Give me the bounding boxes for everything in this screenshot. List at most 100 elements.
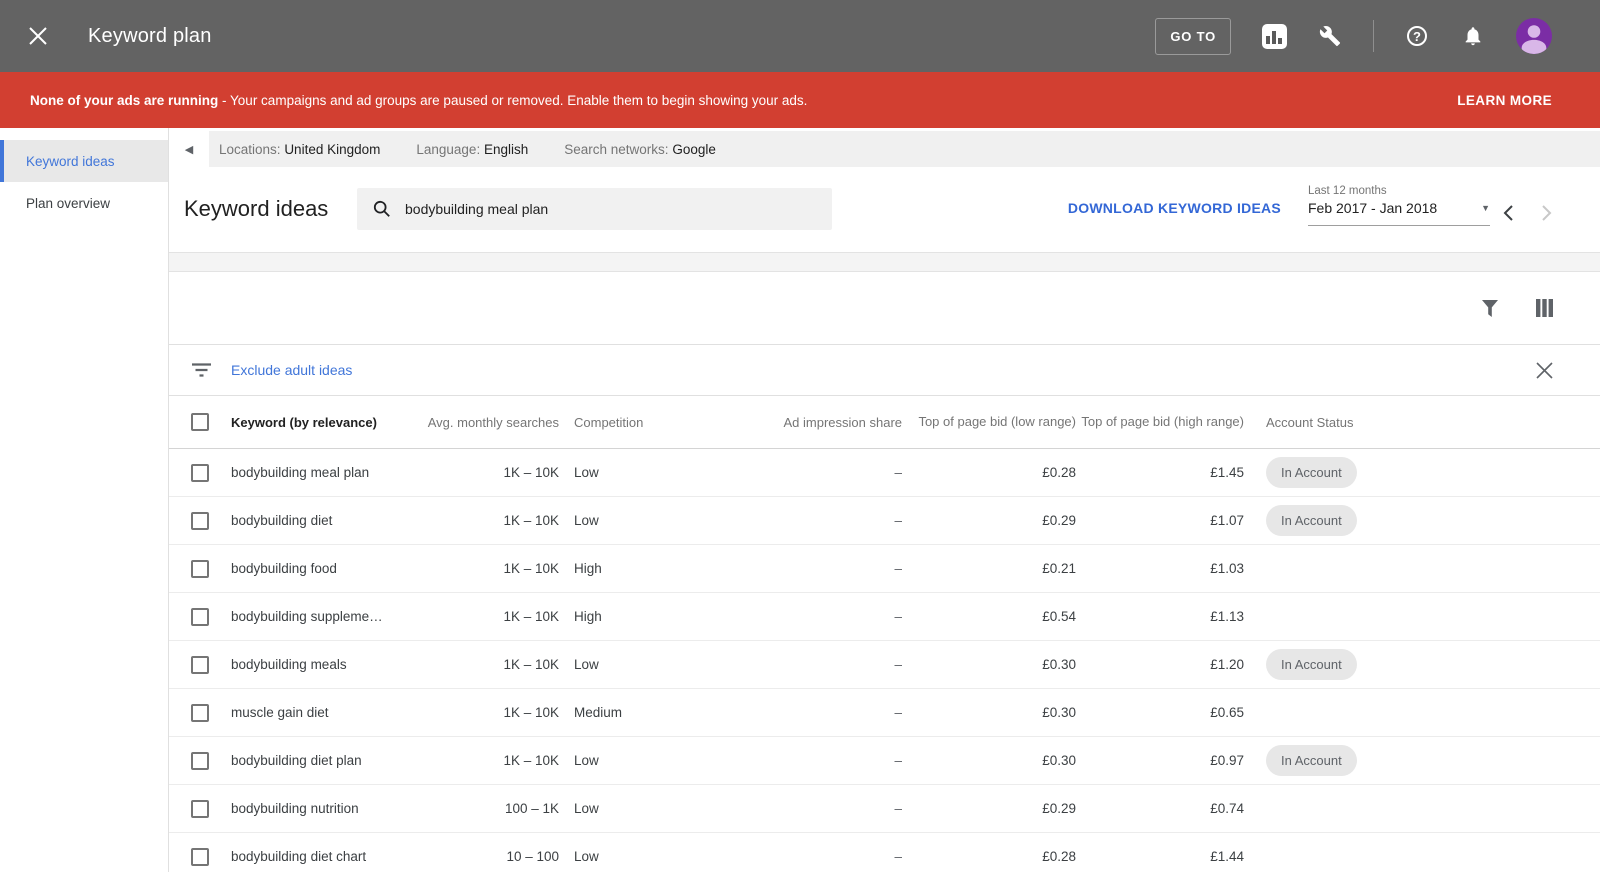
row-checkbox[interactable] xyxy=(191,751,209,770)
topbar-divider xyxy=(1373,20,1374,52)
table-body: bodybuilding meal plan 1K – 10K Low – £0… xyxy=(169,449,1600,872)
chevron-down-icon: ▼ xyxy=(1481,203,1490,213)
low-bid-cell: £0.30 xyxy=(1042,656,1076,672)
column-header-account-status[interactable]: Account Status xyxy=(1244,415,1600,430)
help-button[interactable]: ? xyxy=(1404,23,1430,49)
reports-button[interactable] xyxy=(1261,23,1287,49)
row-checkbox[interactable] xyxy=(191,559,209,578)
close-icon xyxy=(29,27,47,45)
high-bid-cell: £0.65 xyxy=(1210,704,1244,720)
sidebar: Keyword ideas Plan overview xyxy=(0,128,169,872)
searches-cell: 1K – 10K xyxy=(503,657,559,672)
table-toolbar xyxy=(169,272,1600,344)
keyword-search-box[interactable] xyxy=(357,188,832,230)
sidebar-item-keyword-ideas[interactable]: Keyword ideas xyxy=(0,140,168,182)
competition-cell: Low xyxy=(574,657,599,672)
low-bid-cell: £0.30 xyxy=(1042,752,1076,768)
column-header-ad-impression-share[interactable]: Ad impression share xyxy=(774,415,903,430)
keyword-cell: bodybuilding meal plan xyxy=(231,465,370,480)
row-checkbox[interactable] xyxy=(191,799,209,818)
sidebar-item-plan-overview[interactable]: Plan overview xyxy=(0,182,168,224)
search-networks-setting[interactable]: Search networks: Google xyxy=(564,142,716,157)
keyword-search-input[interactable] xyxy=(405,201,785,217)
targeting-context-bar: Locations: United Kingdom Language: Engl… xyxy=(209,131,1600,167)
ad-impression-share-cell: – xyxy=(894,513,902,528)
row-checkbox[interactable] xyxy=(191,847,209,866)
filter-list-icon xyxy=(192,363,211,377)
searches-cell: 1K – 10K xyxy=(503,513,559,528)
language-setting[interactable]: Language: English xyxy=(416,142,528,157)
collapse-panel-button[interactable]: ◀ xyxy=(169,128,209,170)
row-checkbox[interactable] xyxy=(191,463,209,482)
tools-button[interactable] xyxy=(1317,23,1343,49)
keyword-cell: bodybuilding diet plan xyxy=(231,753,362,768)
back-arrow-icon: ◀ xyxy=(184,143,194,156)
status-badge[interactable]: In Account xyxy=(1266,745,1357,776)
exclude-adult-ideas-link[interactable]: Exclude adult ideas xyxy=(231,362,352,378)
learn-more-link[interactable]: LEARN MORE xyxy=(1457,93,1552,108)
keyword-cell: bodybuilding food xyxy=(231,561,337,576)
status-badge[interactable]: In Account xyxy=(1266,457,1357,488)
previous-period-button[interactable] xyxy=(1501,204,1515,222)
competition-cell: Low xyxy=(574,849,599,864)
ads-not-running-banner: None of your ads are running - Your camp… xyxy=(0,72,1600,128)
searches-cell: 10 – 100 xyxy=(506,849,559,864)
download-keyword-ideas-button[interactable]: DOWNLOAD KEYWORD IDEAS xyxy=(1068,200,1281,216)
column-header-low-bid[interactable]: Top of page bid (low range) xyxy=(902,414,1076,431)
ad-impression-share-cell: – xyxy=(894,561,902,576)
high-bid-cell: £1.13 xyxy=(1210,608,1244,624)
column-header-high-bid[interactable]: Top of page bid (high range) xyxy=(1076,414,1244,431)
page-title: Keyword plan xyxy=(88,24,212,47)
account-avatar[interactable] xyxy=(1516,18,1552,54)
select-all-checkbox[interactable] xyxy=(191,413,209,431)
next-period-button[interactable] xyxy=(1539,204,1553,222)
row-checkbox[interactable] xyxy=(191,655,209,674)
low-bid-cell: £0.54 xyxy=(1042,608,1076,624)
status-badge[interactable]: In Account xyxy=(1266,505,1357,536)
table-row: muscle gain diet 1K – 10K Medium – £0.30… xyxy=(169,689,1600,737)
ad-impression-share-cell: – xyxy=(894,801,902,816)
competition-cell: High xyxy=(574,561,602,576)
chevron-left-icon xyxy=(1503,205,1513,221)
close-plan-button[interactable] xyxy=(20,18,56,54)
searches-cell: 1K – 10K xyxy=(503,465,559,480)
low-bid-cell: £0.29 xyxy=(1042,800,1076,816)
table-row: bodybuilding meal plan 1K – 10K Low – £0… xyxy=(169,449,1600,497)
column-header-keyword[interactable]: Keyword (by relevance) xyxy=(231,415,416,430)
section-title: Keyword ideas xyxy=(184,196,329,221)
column-header-searches[interactable]: Avg. monthly searches xyxy=(416,415,559,430)
competition-cell: Low xyxy=(574,465,599,480)
competition-cell: High xyxy=(574,609,602,624)
go-to-button[interactable]: GO TO xyxy=(1155,17,1231,55)
bar-chart-icon xyxy=(1261,23,1287,49)
banner-message: - Your campaigns and ad groups are pause… xyxy=(218,92,808,108)
ad-impression-share-cell: – xyxy=(894,465,902,480)
date-range-value: Feb 2017 - Jan 2018 xyxy=(1308,200,1438,216)
remove-filter-button[interactable] xyxy=(1536,361,1600,379)
person-icon xyxy=(1521,25,1547,54)
keyword-cell: bodybuilding nutrition xyxy=(231,801,359,816)
keyword-ideas-header: Keyword ideas DOWNLOAD KEYWORD IDEAS Las… xyxy=(169,170,1600,252)
low-bid-cell: £0.28 xyxy=(1042,848,1076,864)
column-header-competition[interactable]: Competition xyxy=(559,415,774,430)
filter-results-button[interactable] xyxy=(1482,299,1498,317)
wrench-icon xyxy=(1319,26,1341,47)
columns-button[interactable] xyxy=(1536,299,1553,317)
searches-cell: 100 – 1K xyxy=(504,801,559,816)
competition-cell: Low xyxy=(574,513,599,528)
low-bid-cell: £0.30 xyxy=(1042,704,1076,720)
date-range-selector[interactable]: Last 12 months Feb 2017 - Jan 2018 ▼ xyxy=(1308,185,1490,226)
row-checkbox[interactable] xyxy=(191,511,209,530)
notifications-button[interactable] xyxy=(1460,23,1486,49)
row-checkbox[interactable] xyxy=(191,607,209,626)
ad-impression-share-cell: – xyxy=(894,657,902,672)
locations-setting[interactable]: Locations: United Kingdom xyxy=(219,142,380,157)
bell-icon xyxy=(1465,27,1481,46)
status-badge[interactable]: In Account xyxy=(1266,649,1357,680)
row-checkbox[interactable] xyxy=(191,703,209,722)
high-bid-cell: £1.03 xyxy=(1210,560,1244,576)
searches-cell: 1K – 10K xyxy=(503,609,559,624)
high-bid-cell: £0.74 xyxy=(1210,800,1244,816)
funnel-icon xyxy=(1482,299,1498,317)
sidebar-item-label: Plan overview xyxy=(26,195,111,211)
